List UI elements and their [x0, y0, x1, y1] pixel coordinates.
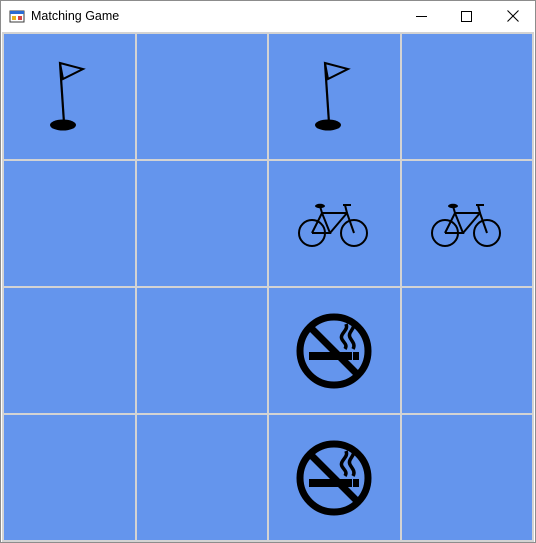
- bicycle-icon: [430, 203, 501, 247]
- board-cell[interactable]: [4, 161, 135, 286]
- game-window: Matching Game: [0, 0, 536, 543]
- board-cell[interactable]: [4, 415, 135, 540]
- board-cell[interactable]: [269, 161, 400, 286]
- board-cell[interactable]: [401, 415, 532, 540]
- window-title: Matching Game: [31, 9, 120, 23]
- no-smoking-icon: [296, 440, 372, 515]
- maximize-icon: [461, 10, 472, 22]
- minimize-button[interactable]: [399, 1, 444, 31]
- golf-flag-icon: [50, 61, 87, 130]
- title-bar[interactable]: Matching Game: [1, 1, 535, 31]
- board-cell[interactable]: [4, 288, 135, 413]
- board-cell[interactable]: [269, 288, 400, 413]
- game-board: [2, 32, 534, 542]
- app-form-icon: [9, 10, 25, 23]
- bicycle-icon: [298, 203, 369, 247]
- board-cell[interactable]: [269, 34, 400, 159]
- board-cell[interactable]: [401, 34, 532, 159]
- board-cell[interactable]: [136, 161, 267, 286]
- no-smoking-icon: [296, 313, 372, 388]
- board-cell[interactable]: [401, 161, 532, 286]
- board-cell[interactable]: [4, 34, 135, 159]
- close-icon: [506, 10, 519, 22]
- board-cell[interactable]: [136, 34, 267, 159]
- board-cell[interactable]: [269, 415, 400, 540]
- minimize-icon: [416, 15, 427, 17]
- golf-flag-icon: [315, 61, 352, 130]
- board-cell[interactable]: [136, 415, 267, 540]
- board-cell[interactable]: [136, 288, 267, 413]
- board-cell[interactable]: [401, 288, 532, 413]
- close-button[interactable]: [490, 1, 535, 31]
- maximize-button[interactable]: [444, 1, 489, 31]
